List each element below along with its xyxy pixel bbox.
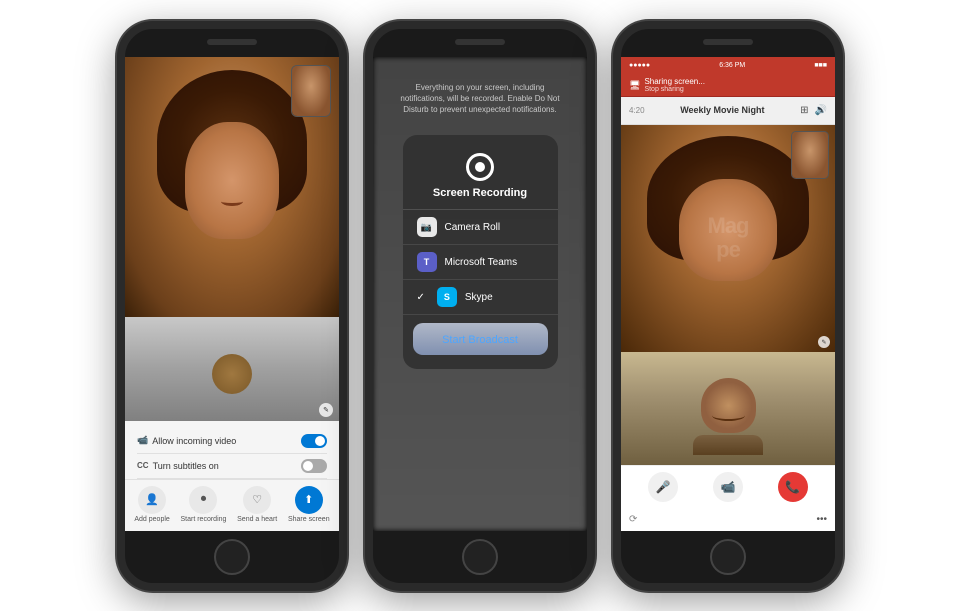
p2-teams-label: Microsoft Teams	[445, 257, 518, 268]
p3-watermark: Magpe	[708, 214, 749, 262]
p3-edit-icon: ✎	[818, 336, 830, 348]
phone-home-2[interactable]	[462, 539, 498, 575]
p2-start-broadcast-label: Start Broadcast	[442, 334, 518, 346]
phone-home-3[interactable]	[710, 539, 746, 575]
phone-3: ●●●●● 6:36 PM ■■■ 🖥 Sharing screen... St…	[613, 21, 843, 591]
p3-volume-icon[interactable]: 🔊	[815, 105, 827, 116]
p3-cam-btn[interactable]: 📹	[713, 472, 743, 502]
p1-send-heart-icon: ♡	[243, 486, 271, 514]
p3-share-icon: 🖥	[629, 80, 640, 91]
p2-popup-title: Screen Recording	[433, 187, 527, 199]
p2-skype-icon: S	[437, 287, 457, 307]
p2-teams-item[interactable]: T Microsoft Teams	[403, 245, 558, 280]
p1-share-screen-icon: ⬆	[295, 486, 323, 514]
p3-more-options-icon[interactable]: •••	[816, 514, 827, 525]
p1-edit-icon: ✎	[319, 403, 333, 417]
p3-sharing-text: Sharing screen...	[644, 77, 704, 87]
p1-send-heart-btn[interactable]: ♡ Send a heart	[237, 486, 277, 523]
p1-start-recording-btn[interactable]: ⏺ Start recording	[181, 486, 227, 523]
p1-action-bar: 👤 Add people ⏺ Start recording ♡ Send a …	[125, 479, 339, 531]
p3-end-btn[interactable]: 📞	[778, 472, 808, 502]
phones-container: ✎ 📹 Allow incoming video CC Turn subtitl…	[97, 1, 863, 611]
p3-call-time: 4:20	[629, 106, 645, 115]
p1-add-people-btn[interactable]: 👤 Add people	[134, 486, 169, 523]
p3-main-video: Magpe ✎	[621, 125, 835, 353]
p2-camera-roll-icon: 📷	[417, 217, 437, 237]
p2-record-dot	[475, 162, 485, 172]
p1-thumbnail	[291, 65, 331, 117]
phone-screen-2: Everything on your screen, including not…	[373, 57, 587, 531]
phone-2: Everything on your screen, including not…	[365, 21, 595, 591]
p2-teams-icon: T	[417, 252, 437, 272]
p2-record-circle	[466, 153, 494, 181]
p1-toggle-subtitles[interactable]: CC Turn subtitles on	[137, 454, 327, 479]
phone-home-1[interactable]	[214, 539, 250, 575]
p1-add-people-label: Add people	[134, 516, 169, 523]
phone-screen-3: ●●●●● 6:36 PM ■■■ 🖥 Sharing screen... St…	[621, 57, 835, 531]
p3-status-bar: ●●●●● 6:36 PM ■■■	[621, 57, 835, 75]
p2-camera-roll-item[interactable]: 📷 Camera Roll	[403, 210, 558, 245]
p2-skype-item[interactable]: ✓ S Skype	[403, 280, 558, 315]
p3-secondary-video	[621, 352, 835, 464]
p1-send-heart-label: Send a heart	[237, 516, 277, 523]
p3-call-header: 4:20 Weekly Movie Night ⊞ 🔊	[621, 97, 835, 125]
p1-subtitles-toggle[interactable]	[301, 459, 327, 473]
p3-controls: 🎤 📹 📞	[621, 465, 835, 509]
p1-subtitles-icon: CC	[137, 461, 149, 470]
phone-1: ✎ 📹 Allow incoming video CC Turn subtitl…	[117, 21, 347, 591]
p1-video-icon: 📹	[137, 435, 148, 446]
p3-signal: ●●●●●	[629, 62, 650, 69]
p2-overlay: Everything on your screen, including not…	[373, 57, 587, 531]
p2-popup-header: Screen Recording	[403, 145, 558, 210]
p1-main-video	[125, 57, 339, 317]
p3-stop-text[interactable]: Stop sharing	[644, 86, 704, 93]
phone-speaker-3	[703, 39, 753, 45]
p1-share-screen-label: Share screen	[288, 516, 330, 523]
p3-camera-switch-icon[interactable]: ⟳	[629, 514, 637, 525]
p3-bottom-bar: ⟳ •••	[621, 509, 835, 531]
p3-time: 6:36 PM	[719, 62, 745, 69]
p3-share-texts: Sharing screen... Stop sharing	[644, 77, 704, 94]
p1-video-toggle[interactable]	[301, 434, 327, 448]
p2-camera-roll-label: Camera Roll	[445, 222, 501, 233]
p3-mic-btn[interactable]: 🎤	[648, 472, 678, 502]
p2-skype-label: Skype	[465, 292, 493, 303]
p2-start-broadcast-btn[interactable]: Start Broadcast	[413, 323, 548, 355]
p3-call-icons: ⊞ 🔊	[800, 105, 827, 116]
p2-hint-text: Everything on your screen, including not…	[373, 82, 587, 116]
p1-start-recording-label: Start recording	[181, 516, 227, 523]
p3-share-bar: 🖥 Sharing screen... Stop sharing	[621, 75, 835, 97]
p2-popup: Screen Recording 📷 Camera Roll T Microso…	[403, 135, 558, 369]
p3-thumbnail	[791, 131, 829, 179]
p1-menu: 📹 Allow incoming video CC Turn subtitles…	[125, 421, 339, 479]
phone-speaker-1	[207, 39, 257, 45]
p1-video-label: 📹 Allow incoming video	[137, 435, 236, 446]
p1-start-recording-icon: ⏺	[189, 486, 217, 514]
p3-battery: ■■■	[814, 62, 827, 69]
p3-call-title: Weekly Movie Night	[680, 105, 764, 115]
p1-share-screen-btn[interactable]: ⬆ Share screen	[288, 486, 330, 523]
p1-secondary-video: ✎	[125, 317, 339, 421]
p2-skype-check: ✓	[417, 292, 425, 303]
phone-speaker-2	[455, 39, 505, 45]
p1-add-people-icon: 👤	[138, 486, 166, 514]
p1-subtitles-label: CC Turn subtitles on	[137, 461, 219, 471]
p1-toggle-video[interactable]: 📹 Allow incoming video	[137, 429, 327, 454]
p3-grid-icon[interactable]: ⊞	[800, 105, 808, 116]
phone-screen-1: ✎ 📹 Allow incoming video CC Turn subtitl…	[125, 57, 339, 531]
p3-share-info: 🖥 Sharing screen... Stop sharing	[629, 77, 705, 94]
